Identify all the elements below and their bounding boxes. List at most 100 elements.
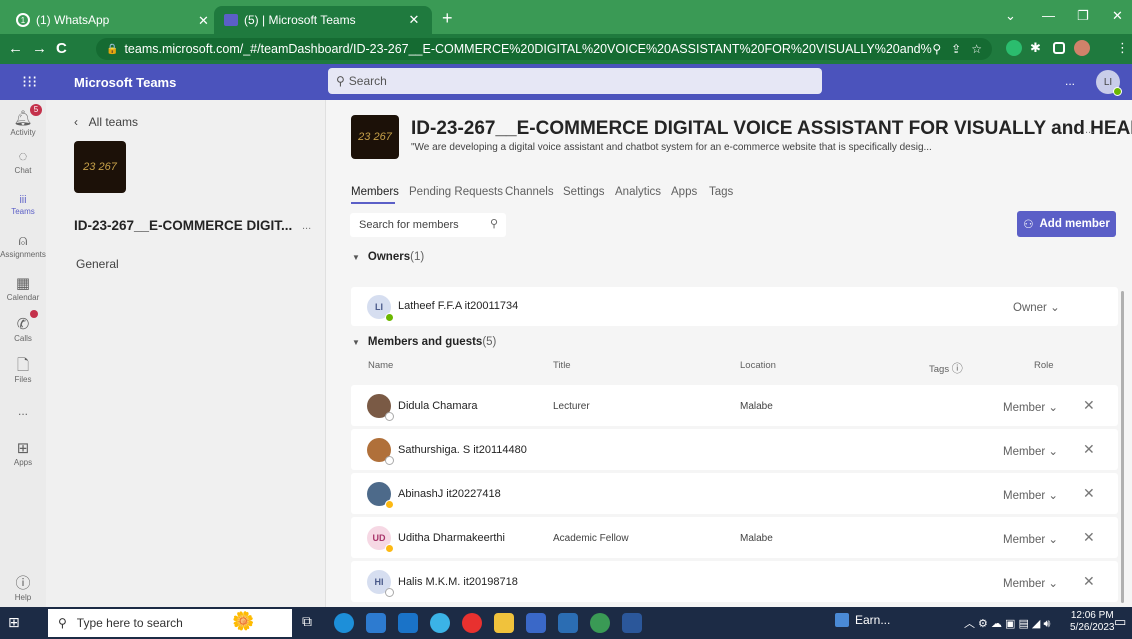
tab-teams[interactable]: (5) | Microsoft Teams ✕: [214, 6, 432, 34]
member-title: Academic Fellow: [553, 533, 629, 544]
role-value: Owner: [1013, 302, 1047, 314]
role-dropdown[interactable]: Member ⌄: [1003, 576, 1058, 590]
tab-pending-requests[interactable]: Pending Requests: [409, 186, 503, 198]
close-tab-icon[interactable]: ✕: [406, 12, 422, 28]
extensions-puzzle-icon[interactable]: ✱: [1030, 40, 1041, 56]
presence-offline-icon: [385, 412, 394, 421]
team-options-button[interactable]: ...: [1085, 124, 1094, 136]
tab-tags[interactable]: Tags: [709, 186, 733, 198]
team-more-button[interactable]: ...: [302, 220, 311, 232]
member-search-input[interactable]: Search for members ⚲: [350, 213, 506, 237]
window-close-icon[interactable]: ✕: [1112, 8, 1123, 24]
app-launcher-icon[interactable]: ⁝⁝⁝: [22, 72, 37, 92]
scrollbar[interactable]: [1121, 291, 1124, 603]
browser-menu-icon[interactable]: ⋮: [1116, 40, 1129, 56]
remove-member-icon[interactable]: ✕: [1083, 397, 1095, 414]
column-header-title[interactable]: Title: [553, 360, 571, 371]
rail-item-calls[interactable]: ✆ Calls: [0, 316, 46, 343]
chrome-icon[interactable]: [590, 613, 610, 633]
reload-icon[interactable]: C: [56, 40, 67, 57]
cortana-icon[interactable]: [430, 613, 450, 633]
owners-section-toggle[interactable]: ▼ Owners(1): [352, 251, 424, 263]
rail-item-apps[interactable]: ⊞ Apps: [0, 440, 46, 467]
table-row[interactable]: Didula Chamara Lecturer Malabe Member ⌄ …: [351, 385, 1118, 426]
word-icon[interactable]: [622, 613, 642, 633]
role-value: Member: [1003, 534, 1046, 546]
file-icon: 🗋: [16, 357, 30, 374]
bookmark-star-icon[interactable]: ☆: [971, 42, 982, 56]
owner-row[interactable]: LI Latheef F.F.A it20011734 Owner ⌄: [351, 287, 1118, 326]
rail-label: Files: [14, 375, 32, 384]
all-teams-link[interactable]: ‹ All teams: [74, 115, 138, 129]
role-dropdown[interactable]: Member ⌄: [1003, 400, 1058, 414]
rail-label: Activity: [10, 128, 36, 137]
minimize-icon[interactable]: —: [1042, 8, 1055, 23]
table-row[interactable]: HI Halis M.K.M. it20198718 Member ⌄ ✕: [351, 561, 1118, 602]
role-dropdown[interactable]: Member ⌄: [1003, 532, 1058, 546]
rail-item-help[interactable]: ⓘ Help: [0, 575, 46, 602]
taskbar-search-input[interactable]: ⚲ Type here to search: [48, 609, 292, 637]
search-input[interactable]: ⚲ Search: [328, 68, 822, 94]
windows-start-icon[interactable]: ⊞: [8, 614, 20, 631]
share-icon[interactable]: ⇪: [951, 42, 961, 56]
restore-icon[interactable]: ❐: [1077, 8, 1089, 24]
table-row[interactable]: AbinashJ it20227418 Member ⌄ ✕: [351, 473, 1118, 514]
close-tab-icon[interactable]: ✕: [198, 13, 209, 29]
column-header-role[interactable]: Role: [1034, 360, 1054, 371]
forward-arrow-icon[interactable]: →: [32, 40, 47, 57]
role-dropdown[interactable]: Member ⌄: [1003, 444, 1058, 458]
role-dropdown[interactable]: Member ⌄: [1003, 488, 1058, 502]
profile-avatar[interactable]: [1074, 40, 1090, 56]
photos-icon[interactable]: [558, 613, 578, 633]
notifications-icon[interactable]: ▭: [1114, 614, 1126, 630]
new-tab-button[interactable]: +: [442, 8, 453, 29]
table-row[interactable]: Sathurshiga. S it20114480 Member ⌄ ✕: [351, 429, 1118, 470]
rail-item-assignments[interactable]: ⍝ Assignments: [0, 232, 46, 259]
add-person-icon: ⚇: [1023, 219, 1034, 231]
sidepanel-icon[interactable]: [1053, 42, 1065, 54]
address-bar[interactable]: 🔒 teams.microsoft.com/_#/teamDashboard/I…: [96, 38, 992, 60]
back-arrow-icon[interactable]: ←: [8, 40, 23, 57]
rail-item-teams[interactable]: ᵢᵢᵢ Teams: [0, 189, 46, 216]
remove-member-icon[interactable]: ✕: [1083, 573, 1095, 590]
extension-icon[interactable]: [1006, 40, 1022, 56]
rail-item-more[interactable]: ...: [0, 404, 46, 418]
file-explorer-icon[interactable]: [494, 613, 514, 633]
tab-search-chevron-icon[interactable]: ⌄: [1005, 8, 1016, 24]
tab-apps[interactable]: Apps: [671, 186, 697, 198]
tab-channels[interactable]: Channels: [505, 186, 554, 198]
table-row[interactable]: UD Uditha Dharmakeerthi Academic Fellow …: [351, 517, 1118, 558]
user-avatar[interactable]: LI: [1096, 70, 1122, 96]
settings-more-button[interactable]: ...: [1065, 74, 1075, 88]
rail-item-chat[interactable]: ◌ Chat: [0, 148, 46, 175]
rail-item-calendar[interactable]: ▦ Calendar: [0, 275, 46, 302]
column-header-location[interactable]: Location: [740, 360, 776, 371]
task-view-icon[interactable]: ⧉: [302, 613, 312, 630]
tab-members[interactable]: Members: [351, 186, 399, 198]
team-header-logo: 23 267: [351, 115, 399, 159]
remove-member-icon[interactable]: ✕: [1083, 441, 1095, 458]
channel-general[interactable]: General: [76, 257, 119, 271]
app-icon[interactable]: [526, 613, 546, 633]
guests-section-toggle[interactable]: ▼ Members and guests(5): [352, 336, 496, 348]
system-tray-icons[interactable]: ︿ ⚙ ☁ ▣ ▤ ◢ 🔊︎: [964, 615, 1050, 631]
opera-icon[interactable]: [462, 613, 482, 633]
team-name[interactable]: ID-23-267__E-COMMERCE DIGIT...: [74, 218, 292, 233]
tab-analytics[interactable]: Analytics: [615, 186, 661, 198]
remove-member-icon[interactable]: ✕: [1083, 529, 1095, 546]
mail-icon[interactable]: [398, 613, 418, 633]
store-icon[interactable]: [366, 613, 386, 633]
zoom-icon[interactable]: ⚲: [932, 42, 941, 56]
chevron-down-icon: ⌄: [1048, 446, 1059, 458]
add-member-button[interactable]: ⚇ Add member: [1017, 211, 1116, 237]
tab-settings[interactable]: Settings: [563, 186, 605, 198]
earn-notification[interactable]: Earn...: [835, 613, 890, 627]
column-header-tags[interactable]: Tags ⓘ: [929, 360, 963, 376]
edge-icon[interactable]: [334, 613, 354, 633]
remove-member-icon[interactable]: ✕: [1083, 485, 1095, 502]
search-highlight-icon[interactable]: 🌼: [232, 611, 254, 632]
taskbar-clock[interactable]: 12:06 PM 5/26/2023: [1070, 610, 1115, 634]
role-dropdown[interactable]: Owner ⌄: [1013, 300, 1060, 314]
rail-item-files[interactable]: 🗋 Files: [0, 357, 46, 384]
column-header-name[interactable]: Name: [368, 360, 393, 371]
